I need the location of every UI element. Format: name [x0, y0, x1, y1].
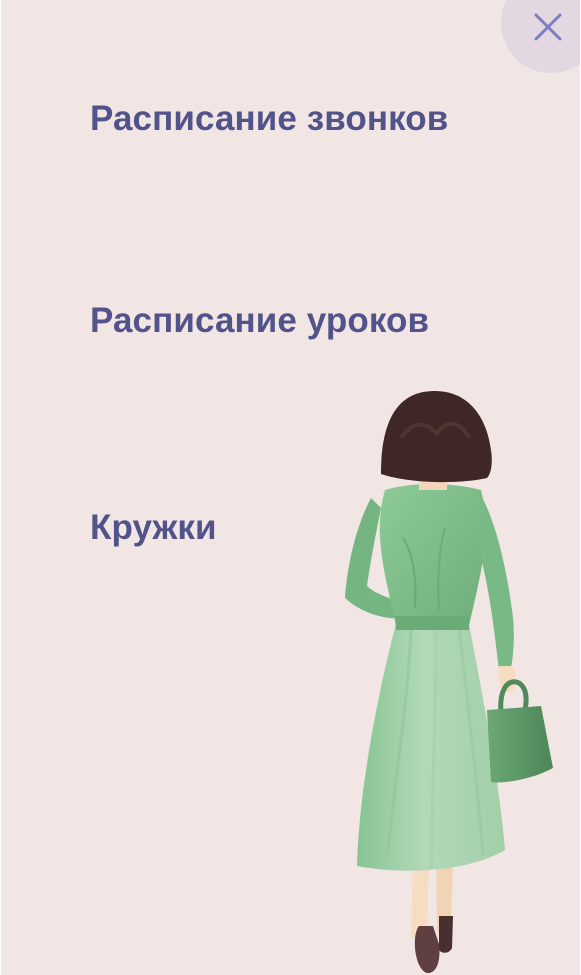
menu-link-clubs[interactable]: Кружки: [90, 508, 217, 548]
hair: [381, 390, 492, 483]
handbag: [487, 679, 553, 783]
dress-top: [379, 484, 486, 626]
menu-link-bell-schedule[interactable]: Расписание звонков: [90, 99, 448, 139]
menu-link-lesson-schedule[interactable]: Расписание уроков: [90, 301, 429, 341]
woman-walking-illustration: [345, 390, 553, 974]
close-button[interactable]: [501, 0, 580, 73]
mobile-menu-screen: Расписание звонков Расписание уроков Кру…: [1, 0, 580, 975]
right-arm: [479, 492, 514, 670]
close-icon: [534, 13, 562, 41]
